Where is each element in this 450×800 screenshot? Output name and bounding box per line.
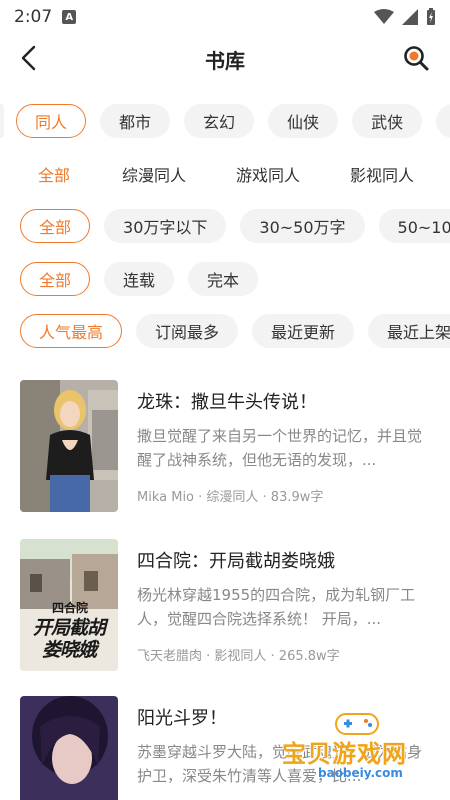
- subcategory-youxi[interactable]: 游戏同人: [236, 162, 300, 186]
- wordcount-chip-under30[interactable]: 30万字以下: [104, 209, 227, 243]
- book-cover-image: [20, 380, 118, 512]
- book-title: 阳光斗罗！: [137, 708, 227, 729]
- status-chip-all[interactable]: 全部: [20, 262, 91, 296]
- book-description: 杨光林穿越1955的四合院，成为轧钢厂工人，觉醒四合院选择系统！ 开局，...: [137, 586, 416, 628]
- watermark-logo: 宝贝游戏网 baobeiy.com: [282, 708, 432, 784]
- sort-filter-row: 人气最高 订阅最多 最近更新 最近上架: [0, 313, 450, 349]
- status-chip-lianzai[interactable]: 连载: [104, 262, 175, 296]
- category-chip-xuanhuan[interactable]: 玄幻: [184, 104, 255, 138]
- wordcount-chip-30to50[interactable]: 30~50万字: [240, 209, 365, 243]
- book-title: 龙珠：撒旦牛头传说！: [137, 392, 317, 413]
- category-chip-partial-left[interactable]: [0, 104, 4, 138]
- status-time: 2:07: [14, 7, 53, 27]
- category-filter-row: 同人 都市 玄幻 仙侠 武侠: [0, 103, 450, 139]
- page-title: 书库: [205, 48, 245, 73]
- battery-icon: [427, 8, 435, 25]
- subcategory-zongman[interactable]: 综漫同人: [122, 162, 186, 186]
- book-item[interactable]: 龙珠：撒旦牛头传说！ 撒旦觉醒了来自另一个世界的记忆，并且觉醒了战神系统，但他无…: [20, 380, 440, 512]
- status-filter-row: 全部 连载 完本: [0, 261, 450, 297]
- watermark-text: 宝贝游戏网: [282, 740, 407, 768]
- book-cover-image: [20, 696, 118, 800]
- notification-icon: A: [62, 10, 77, 24]
- category-chip-partial-right[interactable]: [436, 104, 450, 138]
- category-chip-dushi[interactable]: 都市: [100, 104, 171, 138]
- category-chip-xianxia[interactable]: 仙侠: [268, 104, 339, 138]
- subcategory-filter-row: 全部 综漫同人 游戏同人 影视同人: [0, 156, 450, 192]
- book-description: 撒旦觉醒了来自另一个世界的记忆，并且觉醒了战神系统，但他无语的发现，...: [137, 427, 423, 469]
- watermark-url: baobeiy.com: [318, 766, 403, 780]
- category-chip-wuxia[interactable]: 武侠: [352, 104, 423, 138]
- book-title: 四合院：开局截胡娄晓娥: [137, 551, 335, 572]
- sort-chip-newest[interactable]: 最近上架: [368, 314, 450, 348]
- book-meta: Mika Mio · 综漫同人 · 83.9w字: [137, 490, 324, 505]
- book-meta: 飞天老腊肉 · 影视同人 · 265.8w字: [137, 649, 340, 664]
- category-chip-tongren[interactable]: 同人: [16, 104, 87, 138]
- signal-icon: [402, 9, 418, 25]
- app-header: 书库: [0, 34, 450, 84]
- status-chip-wanben[interactable]: 完本: [188, 262, 259, 296]
- sort-chip-updated[interactable]: 最近更新: [252, 314, 355, 348]
- subcategory-yingshi[interactable]: 影视同人: [350, 162, 414, 186]
- sort-chip-subscribed[interactable]: 订阅最多: [136, 314, 239, 348]
- sort-chip-popular[interactable]: 人气最高: [20, 314, 123, 348]
- wifi-icon: [374, 9, 394, 24]
- back-arrow-icon[interactable]: [14, 42, 46, 74]
- wordcount-chip-50to100[interactable]: 50~100万: [378, 209, 450, 243]
- wordcount-filter-row: 全部 30万字以下 30~50万字 50~100万: [0, 208, 450, 244]
- subcategory-all[interactable]: 全部: [38, 162, 70, 186]
- status-bar: 2:07 A: [0, 0, 450, 34]
- wordcount-chip-all[interactable]: 全部: [20, 209, 91, 243]
- search-icon[interactable]: [402, 44, 430, 72]
- cover-text-main: 开局截胡娄晓娥: [32, 617, 106, 661]
- book-item[interactable]: 四合院 开局截胡娄晓娥 四合院：开局截胡娄晓娥 杨光林穿越1955的四合院，成为…: [20, 539, 440, 671]
- cover-text-small: 四合院: [52, 601, 89, 615]
